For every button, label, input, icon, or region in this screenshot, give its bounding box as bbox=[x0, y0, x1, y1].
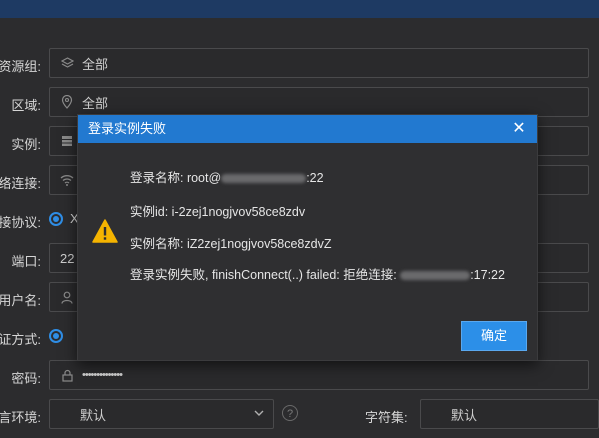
locale-select[interactable]: 默认 bbox=[49, 399, 274, 429]
login-name-prefix: 登录名称: root@ bbox=[130, 171, 222, 185]
password-field[interactable]: •••••••••••••• bbox=[49, 360, 589, 390]
error-suffix: :17:22 bbox=[470, 268, 505, 282]
error-line: 登录实例失败, finishConnect(..) failed: 拒绝连接: … bbox=[130, 264, 505, 283]
error-prefix: 登录实例失败, finishConnect(..) failed: 拒绝连接: bbox=[130, 268, 401, 282]
network-label: 网络连接: bbox=[0, 176, 41, 191]
ok-button[interactable]: 确定 bbox=[461, 321, 527, 351]
protocol-radio[interactable] bbox=[49, 212, 63, 226]
region-label: 区域: bbox=[11, 98, 41, 113]
resource-group-label: 资源组: bbox=[0, 59, 41, 74]
locale-value: 默认 bbox=[80, 407, 107, 423]
layers-icon bbox=[60, 56, 74, 70]
port-label: 端口: bbox=[11, 254, 41, 269]
resource-group-value: 全部 bbox=[82, 56, 109, 72]
login-name-suffix: :22 bbox=[306, 171, 324, 185]
login-name-line: 登录名称: root@ :22 bbox=[130, 167, 324, 186]
charset-select[interactable]: 默认 bbox=[420, 399, 599, 429]
password-label: 密码: bbox=[11, 371, 41, 386]
top-bar bbox=[0, 0, 599, 18]
close-icon[interactable]: ✕ bbox=[511, 115, 527, 143]
login-failed-dialog: 登录实例失败 ✕ 登录名称: root@ :22 实例id: i-2zej1nog… bbox=[77, 114, 538, 361]
locale-label: 语言环境: bbox=[0, 410, 41, 425]
instance-label: 实例: bbox=[11, 137, 41, 152]
location-pin-icon bbox=[60, 95, 74, 109]
dialog-title: 登录实例失败 bbox=[78, 115, 537, 143]
region-value: 全部 bbox=[82, 95, 109, 111]
user-icon bbox=[60, 290, 74, 304]
redacted-host bbox=[221, 174, 307, 184]
server-icon bbox=[60, 134, 74, 148]
lock-icon bbox=[60, 368, 74, 382]
auth-label: 认证方式: bbox=[0, 332, 41, 347]
charset-value: 默认 bbox=[451, 407, 478, 423]
region-field[interactable]: 全部 bbox=[49, 87, 589, 117]
chevron-down-icon bbox=[253, 407, 265, 422]
instance-id-line: 实例id: i-2zej1nogjvov58ce8zdv bbox=[130, 205, 306, 219]
password-value: •••••••••••••• bbox=[82, 369, 123, 381]
warning-icon bbox=[92, 219, 118, 243]
instance-name-line: 实例名称: iZ2zej1nogjvov58ce8zdvZ bbox=[130, 237, 332, 251]
port-value: 22 bbox=[60, 250, 75, 266]
wifi-icon bbox=[60, 173, 74, 187]
redacted-address bbox=[400, 271, 471, 281]
protocol-label: 连接协议: bbox=[0, 215, 41, 230]
resource-group-field[interactable]: 全部 bbox=[49, 48, 589, 78]
help-icon[interactable]: ? bbox=[282, 405, 298, 421]
charset-label: 字符集: bbox=[365, 410, 408, 425]
auth-radio[interactable] bbox=[49, 329, 63, 343]
username-label: 用户名: bbox=[0, 293, 41, 308]
